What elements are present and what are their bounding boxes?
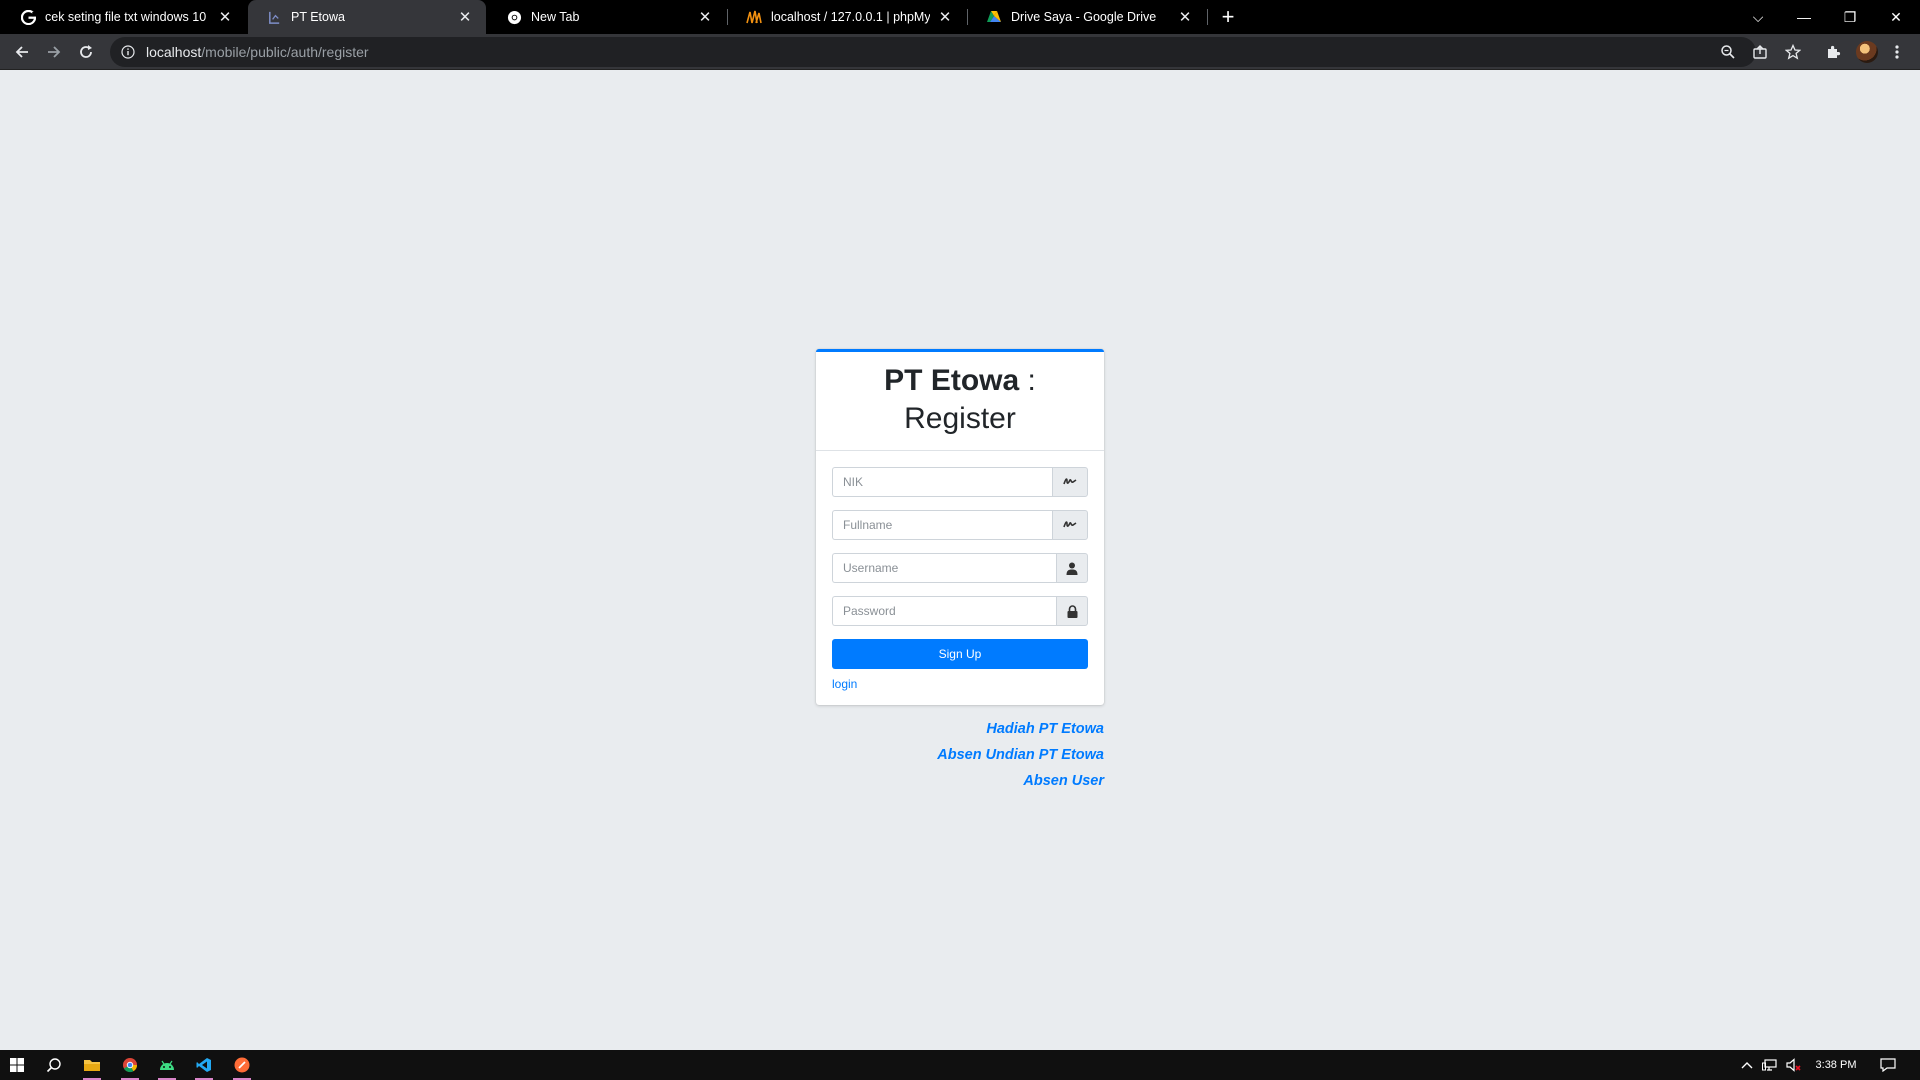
chrome-icon[interactable] (115, 1050, 145, 1080)
zoom-icon[interactable] (1718, 42, 1738, 62)
page-title: PT Etowa : (816, 362, 1104, 400)
share-icon[interactable] (1750, 42, 1770, 62)
fullname-input[interactable] (832, 510, 1052, 540)
new-tab-button[interactable]: + (1215, 4, 1241, 30)
username-group (832, 553, 1088, 583)
url-host: localhost (146, 44, 202, 60)
user-icon (1056, 553, 1088, 583)
clock[interactable]: 3:38 PM (1806, 1050, 1866, 1080)
absen-user-link[interactable]: Absen User (937, 768, 1104, 794)
extensions-icon[interactable] (1823, 42, 1843, 62)
close-tab-icon[interactable]: ✕ (936, 8, 954, 26)
android-studio-icon[interactable] (152, 1050, 182, 1080)
arrow-left-icon (15, 46, 28, 58)
network-icon[interactable] (1760, 1050, 1780, 1080)
close-tab-icon[interactable]: ✕ (696, 8, 714, 26)
signature-icon (1052, 510, 1088, 540)
sign-up-button[interactable]: Sign Up (832, 639, 1088, 669)
arrow-right-icon (48, 46, 61, 58)
chrome-icon (506, 9, 522, 25)
register-card: PT Etowa : Register Sign U (816, 349, 1104, 705)
file-explorer-icon[interactable] (77, 1050, 107, 1080)
google-icon (20, 9, 36, 25)
card-header: PT Etowa : Register (816, 352, 1104, 451)
tab-phpmyadmin[interactable]: localhost / 127.0.0.1 | phpMyAdm ✕ (728, 0, 966, 34)
page-subtitle: Register (904, 402, 1016, 435)
password-input[interactable] (832, 596, 1056, 626)
register-form: Sign Up login (816, 451, 1104, 693)
page-icon (266, 9, 282, 25)
close-tab-icon[interactable]: ✕ (216, 8, 234, 26)
tab-title: cek seting file txt windows 10 - P (45, 10, 210, 24)
info-icon[interactable] (120, 44, 136, 60)
fullname-group (832, 510, 1088, 540)
forward-button[interactable] (40, 38, 68, 66)
tab-title: New Tab (531, 10, 580, 24)
tab-title: PT Etowa (291, 10, 345, 24)
hadiah-link[interactable]: Hadiah PT Etowa (937, 716, 1104, 742)
nik-input[interactable] (832, 467, 1052, 497)
phpmyadmin-icon (746, 9, 762, 25)
close-tab-icon[interactable]: ✕ (456, 8, 474, 26)
absen-undian-link[interactable]: Absen Undian PT Etowa (937, 742, 1104, 768)
volume-muted-icon[interactable] (1784, 1050, 1804, 1080)
minimize-button[interactable]: — (1782, 0, 1826, 34)
reload-icon (80, 45, 92, 58)
tab-pt-etowa[interactable]: PT Etowa ✕ (248, 0, 486, 34)
postman-icon[interactable] (227, 1050, 257, 1080)
google-drive-icon (986, 9, 1002, 25)
notifications-icon[interactable] (1874, 1050, 1902, 1080)
login-link[interactable]: login (832, 677, 857, 691)
tab-title: Drive Saya - Google Drive (1011, 10, 1157, 24)
tab-title: localhost / 127.0.0.1 | phpMyAdm (771, 10, 930, 24)
brand-suffix: : (1019, 364, 1036, 397)
signature-icon (1052, 467, 1088, 497)
password-group (832, 596, 1088, 626)
back-button[interactable] (8, 38, 36, 66)
browser-tab-strip: cek seting file txt windows 10 - P ✕ PT … (0, 0, 1920, 34)
close-tab-icon[interactable]: ✕ (1176, 8, 1194, 26)
url-path: /mobile/public/auth/register (201, 44, 369, 60)
tab-search-button[interactable]: ⌵ (1736, 0, 1780, 34)
windows-start-icon[interactable] (2, 1050, 32, 1080)
username-input[interactable] (832, 553, 1056, 583)
tab-new-tab[interactable]: New Tab ✕ (488, 0, 726, 34)
nik-group (832, 467, 1088, 497)
browser-toolbar: localhost/mobile/public/auth/register (0, 34, 1920, 70)
brand-name: PT Etowa (884, 364, 1020, 397)
close-window-button[interactable]: ✕ (1874, 0, 1918, 34)
restore-button[interactable]: ❐ (1828, 0, 1872, 34)
profile-avatar[interactable] (1856, 41, 1878, 63)
reload-button[interactable] (72, 38, 100, 66)
bookmark-star-icon[interactable] (1783, 42, 1803, 62)
taskbar: 3:38 PM (0, 1050, 1920, 1080)
chevron-up-icon[interactable] (1738, 1050, 1756, 1080)
search-icon[interactable] (39, 1050, 69, 1080)
tab-google-search[interactable]: cek seting file txt windows 10 - P ✕ (2, 0, 246, 34)
tab-divider (1207, 9, 1208, 25)
tab-google-drive[interactable]: Drive Saya - Google Drive ✕ (968, 0, 1206, 34)
vscode-icon[interactable] (189, 1050, 219, 1080)
extra-links: Hadiah PT Etowa Absen Undian PT Etowa Ab… (937, 716, 1104, 794)
browser-menu-icon[interactable] (1887, 42, 1907, 62)
address-bar[interactable]: localhost/mobile/public/auth/register (110, 37, 1756, 67)
lock-icon (1056, 596, 1088, 626)
